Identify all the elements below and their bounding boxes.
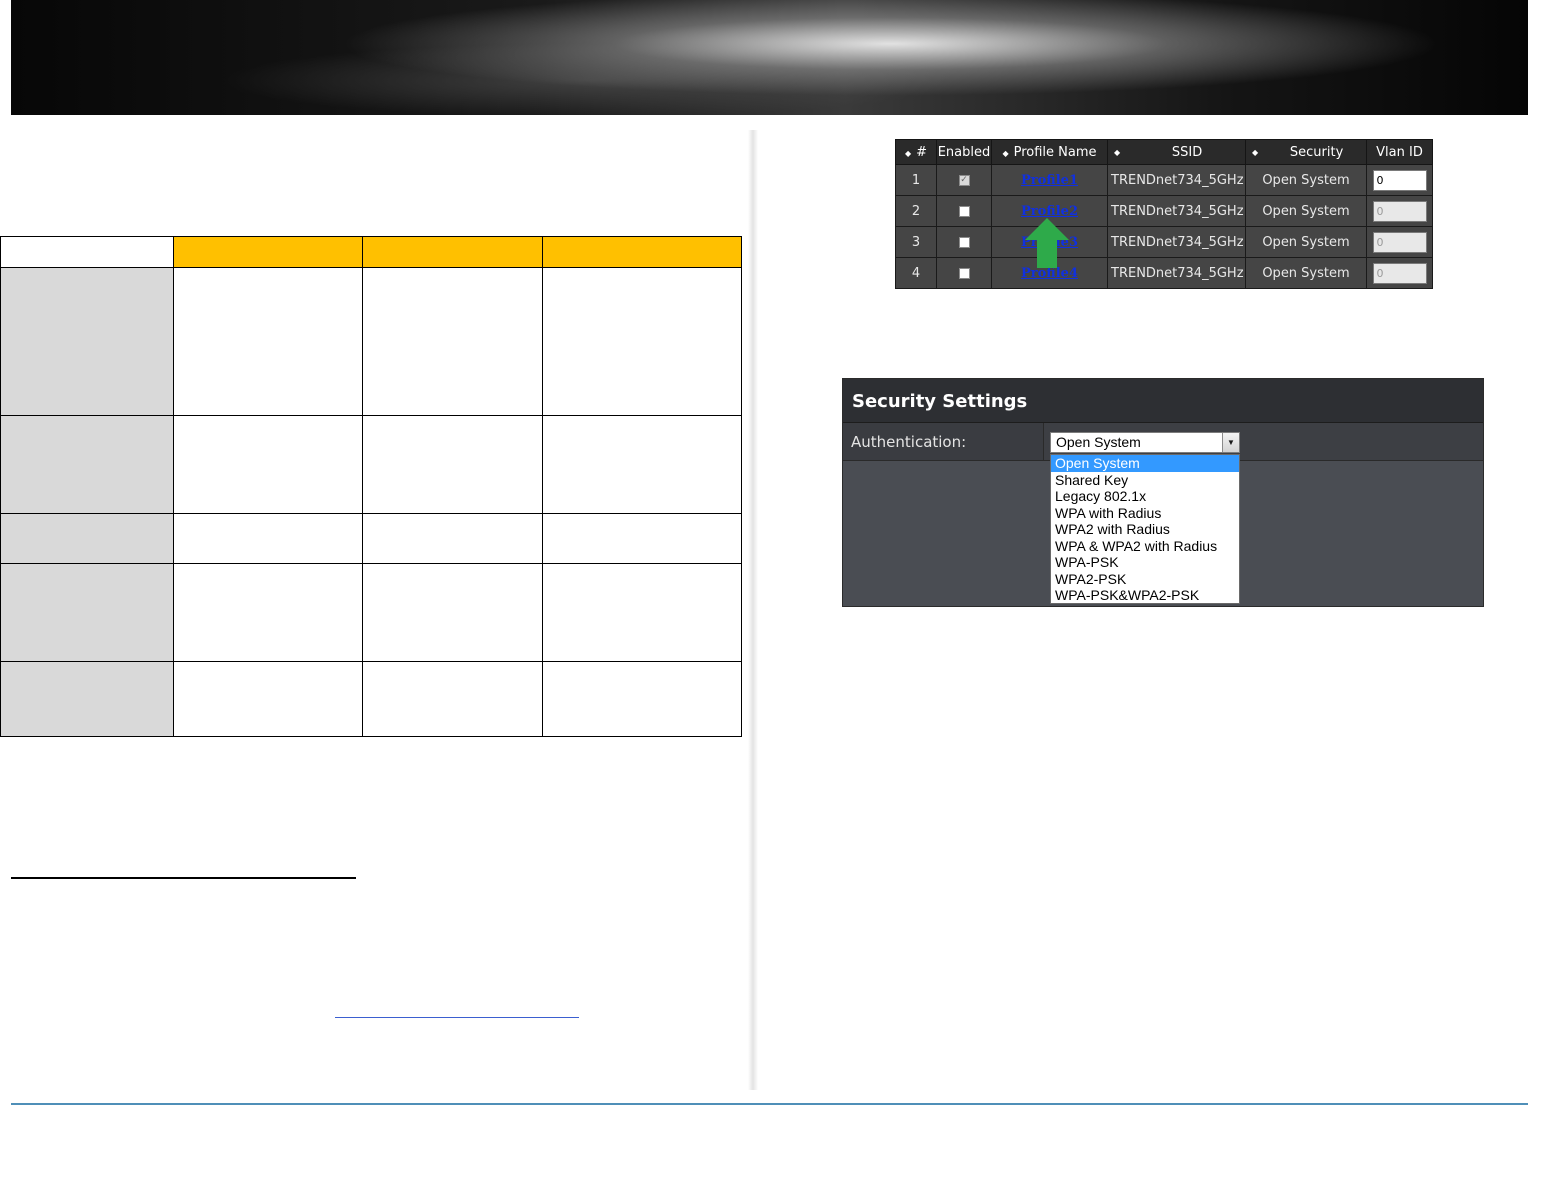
- table-cell: [362, 661, 543, 737]
- table-cell: [362, 415, 543, 514]
- security-cell: Open System: [1245, 195, 1367, 227]
- enabled-checkbox[interactable]: [958, 236, 970, 248]
- table-cell: [542, 415, 742, 514]
- column-header-vlan-id: Vlan ID: [1366, 139, 1433, 165]
- option-wpa-psk[interactable]: WPA-PSK: [1051, 554, 1239, 571]
- table-row: [0, 513, 742, 564]
- column-header-profile-name[interactable]: ◆ Profile Name: [991, 139, 1108, 165]
- profile-row: 2 Profile2 TRENDnet734_5GHz Open System …: [895, 195, 1433, 227]
- authentication-select[interactable]: Open System ▼: [1050, 432, 1240, 453]
- table-cell: [362, 563, 543, 662]
- enabled-checkbox[interactable]: ✓: [958, 174, 970, 186]
- option-wpa2-radius[interactable]: WPA2 with Radius: [1051, 521, 1239, 538]
- vlan-id-input[interactable]: 0: [1372, 169, 1427, 191]
- column-header-ssid[interactable]: ◆ SSID: [1107, 139, 1246, 165]
- enabled-checkbox[interactable]: [958, 267, 970, 279]
- security-settings-title: Security Settings: [843, 379, 1483, 423]
- profile-table-header: ◆ # Enabled ◆ Profile Name ◆ SSID ◆ Security…: [895, 139, 1433, 165]
- enabled-checkbox[interactable]: [958, 205, 970, 217]
- vlan-id-input[interactable]: 0: [1372, 231, 1427, 253]
- profile-number: 1: [895, 164, 937, 196]
- row-header-cell: [0, 267, 174, 416]
- row-header-cell: [0, 415, 174, 514]
- column-header-security[interactable]: ◆ Security: [1245, 139, 1367, 165]
- table-cell: [542, 661, 742, 737]
- profile-number: 2: [895, 195, 937, 227]
- footer-rule: [11, 1103, 1528, 1105]
- hyperlink-underline[interactable]: [335, 1017, 579, 1018]
- authentication-select-value: Open System: [1056, 434, 1141, 450]
- security-cell: Open System: [1245, 164, 1367, 196]
- authentication-label: Authentication:: [843, 423, 1044, 460]
- table-cell: [173, 661, 363, 737]
- column-header-enabled: Enabled: [936, 139, 992, 165]
- table-row: [0, 661, 742, 737]
- wireless-profile-table: ◆ # Enabled ◆ Profile Name ◆ SSID ◆ Security…: [895, 139, 1433, 289]
- authentication-dropdown-list: Open System Shared Key Legacy 802.1x WPA…: [1050, 454, 1240, 604]
- sort-icon: ◆: [904, 148, 911, 158]
- table-cell: [542, 513, 742, 564]
- table-row: [0, 267, 742, 416]
- profile-row: 1 ✓ Profile1 TRENDnet734_5GHz Open Syste…: [895, 164, 1433, 196]
- ssid-cell: TRENDnet734_5GHz: [1107, 164, 1246, 196]
- security-cell: Open System: [1245, 226, 1367, 258]
- table-header-row: [0, 236, 742, 268]
- table-corner-cell: [0, 236, 174, 268]
- ssid-cell: TRENDnet734_5GHz: [1107, 257, 1246, 289]
- table-header-cell: [542, 236, 742, 268]
- table-cell: [362, 267, 543, 416]
- header-banner: [11, 0, 1528, 115]
- profile-link[interactable]: Profile2: [1021, 204, 1078, 219]
- vlan-id-input[interactable]: 0: [1372, 262, 1427, 284]
- table-cell: [173, 415, 363, 514]
- option-wpa-radius[interactable]: WPA with Radius: [1051, 505, 1239, 522]
- comparison-table: [0, 236, 742, 737]
- option-wpa-psk-wpa2-psk[interactable]: WPA-PSK&WPA2-PSK: [1051, 587, 1239, 604]
- table-cell: [542, 267, 742, 416]
- table-cell: [542, 563, 742, 662]
- profile-row: 3 Profile3 TRENDnet734_5GHz Open System …: [895, 226, 1433, 258]
- security-cell: Open System: [1245, 257, 1367, 289]
- row-header-cell: [0, 513, 174, 564]
- profile-number: 4: [895, 257, 937, 289]
- profile-row: 4 Profile4 TRENDnet734_5GHz Open System …: [895, 257, 1433, 289]
- column-header-number[interactable]: ◆ #: [895, 139, 937, 165]
- table-header-cell: [362, 236, 543, 268]
- ssid-cell: TRENDnet734_5GHz: [1107, 226, 1246, 258]
- sort-icon: ◆: [1252, 147, 1258, 157]
- ssid-cell: TRENDnet734_5GHz: [1107, 195, 1246, 227]
- sort-icon: ◆: [1114, 147, 1120, 157]
- column-divider: [748, 130, 758, 1090]
- table-row: [0, 563, 742, 662]
- table-cell: [362, 513, 543, 564]
- table-cell: [173, 267, 363, 416]
- chevron-down-icon[interactable]: ▼: [1222, 433, 1239, 452]
- option-wpa2-psk[interactable]: WPA2-PSK: [1051, 571, 1239, 588]
- profile-link[interactable]: Profile1: [1021, 173, 1078, 188]
- option-shared-key[interactable]: Shared Key: [1051, 472, 1239, 489]
- section-underline: [11, 877, 356, 879]
- table-row: [0, 415, 742, 514]
- green-arrow-icon: [1025, 218, 1069, 268]
- option-wpa-wpa2-radius[interactable]: WPA & WPA2 with Radius: [1051, 538, 1239, 555]
- table-header-cell: [173, 236, 363, 268]
- table-cell: [173, 563, 363, 662]
- table-cell: [173, 513, 363, 564]
- sort-icon: ◆: [1002, 148, 1008, 158]
- option-open-system[interactable]: Open System: [1051, 455, 1239, 472]
- profile-number: 3: [895, 226, 937, 258]
- vlan-id-input[interactable]: 0: [1372, 200, 1427, 222]
- option-legacy-8021x[interactable]: Legacy 802.1x: [1051, 488, 1239, 505]
- row-header-cell: [0, 661, 174, 737]
- row-header-cell: [0, 563, 174, 662]
